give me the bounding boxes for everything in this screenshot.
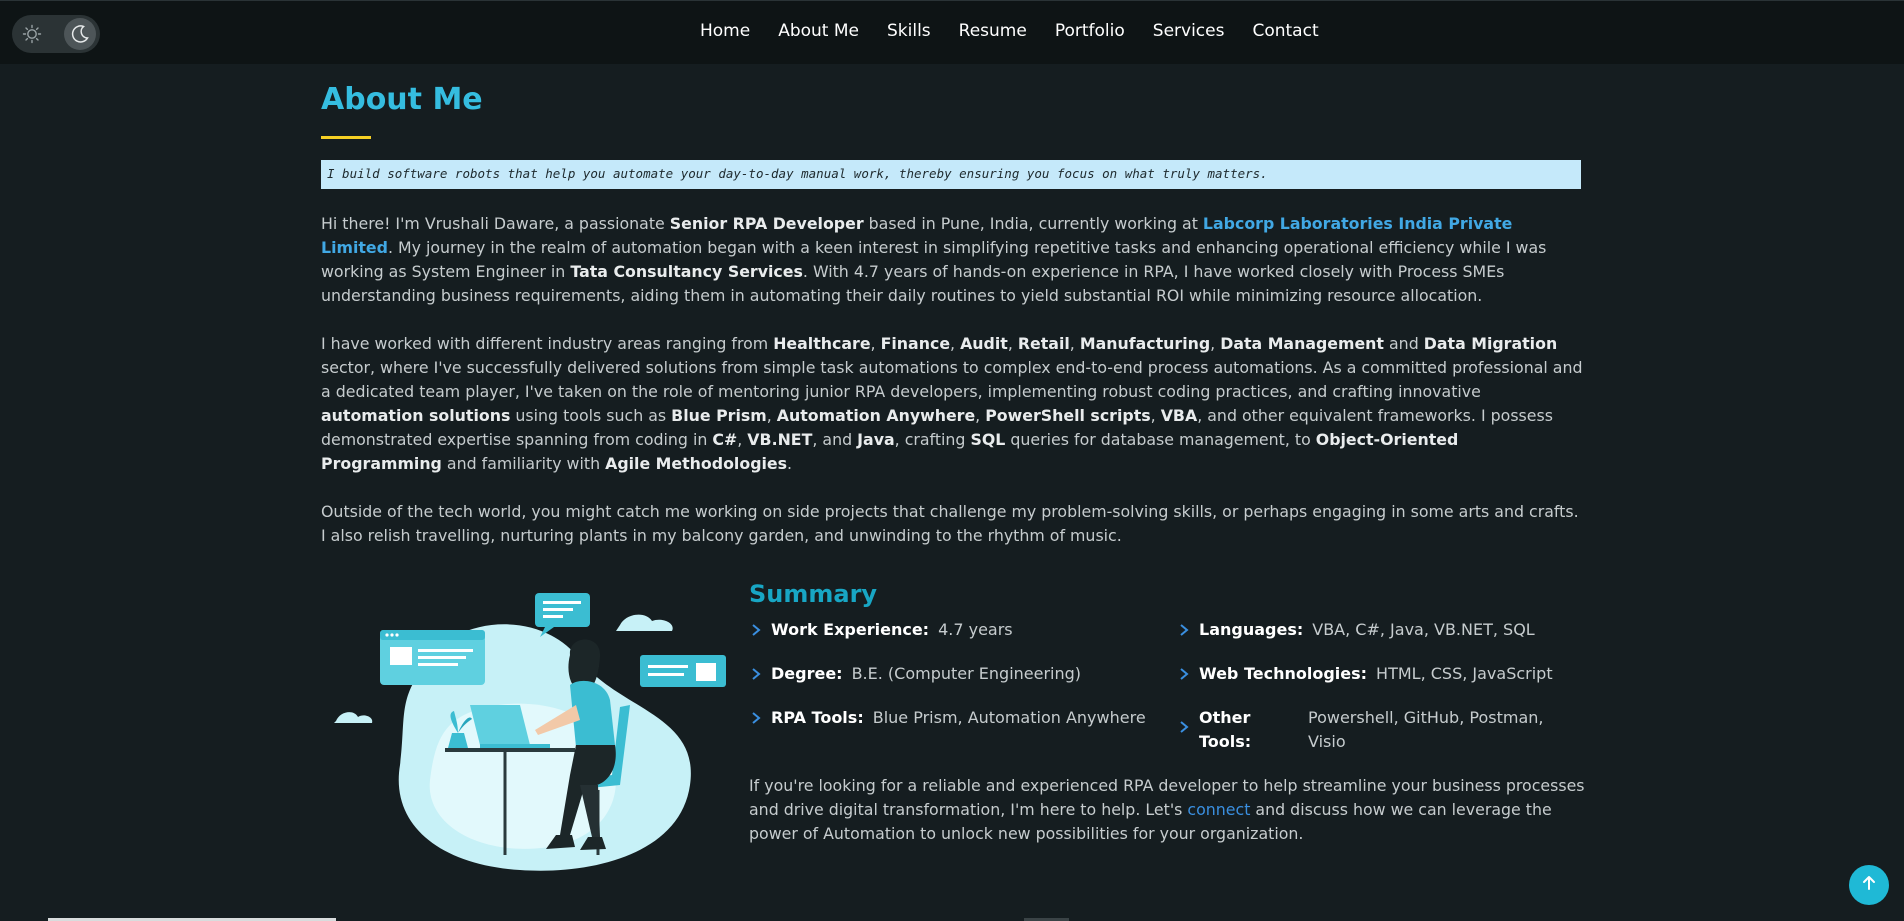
summary-web-technologies: Web Technologies: HTML, CSS, JavaScript — [1177, 662, 1553, 693]
chevron-right-icon — [1177, 662, 1199, 693]
connect-link[interactable]: connect — [1187, 800, 1250, 819]
theme-toggle[interactable] — [12, 15, 100, 53]
call-to-action: If you're looking for a reliable and exp… — [749, 776, 1585, 843]
summary-other-tools: Other Tools: Powershell, GitHub, Postman… — [1177, 706, 1558, 754]
nav-about-me[interactable]: About Me — [778, 21, 859, 41]
nav-skills[interactable]: Skills — [887, 21, 931, 41]
section-title: About Me — [321, 82, 483, 117]
arrow-up-icon — [1860, 874, 1878, 896]
summary-languages: Languages: VBA, C#, Java, VB.NET, SQL — [1177, 618, 1535, 649]
sun-icon[interactable] — [16, 18, 48, 50]
summary-title: Summary — [749, 580, 878, 608]
chevron-right-icon — [749, 706, 771, 737]
title-underline — [321, 136, 371, 139]
developer-illustration — [330, 585, 730, 885]
chevron-right-icon — [749, 662, 771, 693]
moon-icon[interactable] — [64, 18, 96, 50]
summary-rpa-tools: RPA Tools: Blue Prism, Automation Anywhe… — [749, 706, 1146, 737]
nav-contact[interactable]: Contact — [1252, 21, 1318, 41]
about-paragraph-3: Outside of the tech world, you might cat… — [321, 502, 1579, 545]
about-paragraph-2: I have worked with different industry ar… — [321, 334, 1583, 473]
tagline-quote: I build software robots that help you au… — [321, 160, 1581, 189]
main-nav: Home About Me Skills Resume Portfolio Se… — [700, 21, 1319, 41]
about-paragraph-1: Hi there! I'm Vrushali Daware, a passion… — [321, 214, 1547, 305]
summary-degree: Degree: B.E. (Computer Engineering) — [749, 662, 1081, 693]
nav-resume[interactable]: Resume — [959, 21, 1027, 41]
chevron-right-icon — [749, 618, 771, 649]
nav-home[interactable]: Home — [700, 21, 750, 41]
summary-work-experience: Work Experience: 4.7 years — [749, 618, 1013, 649]
nav-portfolio[interactable]: Portfolio — [1055, 21, 1125, 41]
chevron-right-icon — [1177, 618, 1199, 649]
nav-services[interactable]: Services — [1153, 21, 1225, 41]
chevron-right-icon — [1177, 715, 1199, 746]
scroll-to-top-button[interactable] — [1849, 865, 1889, 905]
top-navbar: Home About Me Skills Resume Portfolio Se… — [0, 0, 1904, 64]
